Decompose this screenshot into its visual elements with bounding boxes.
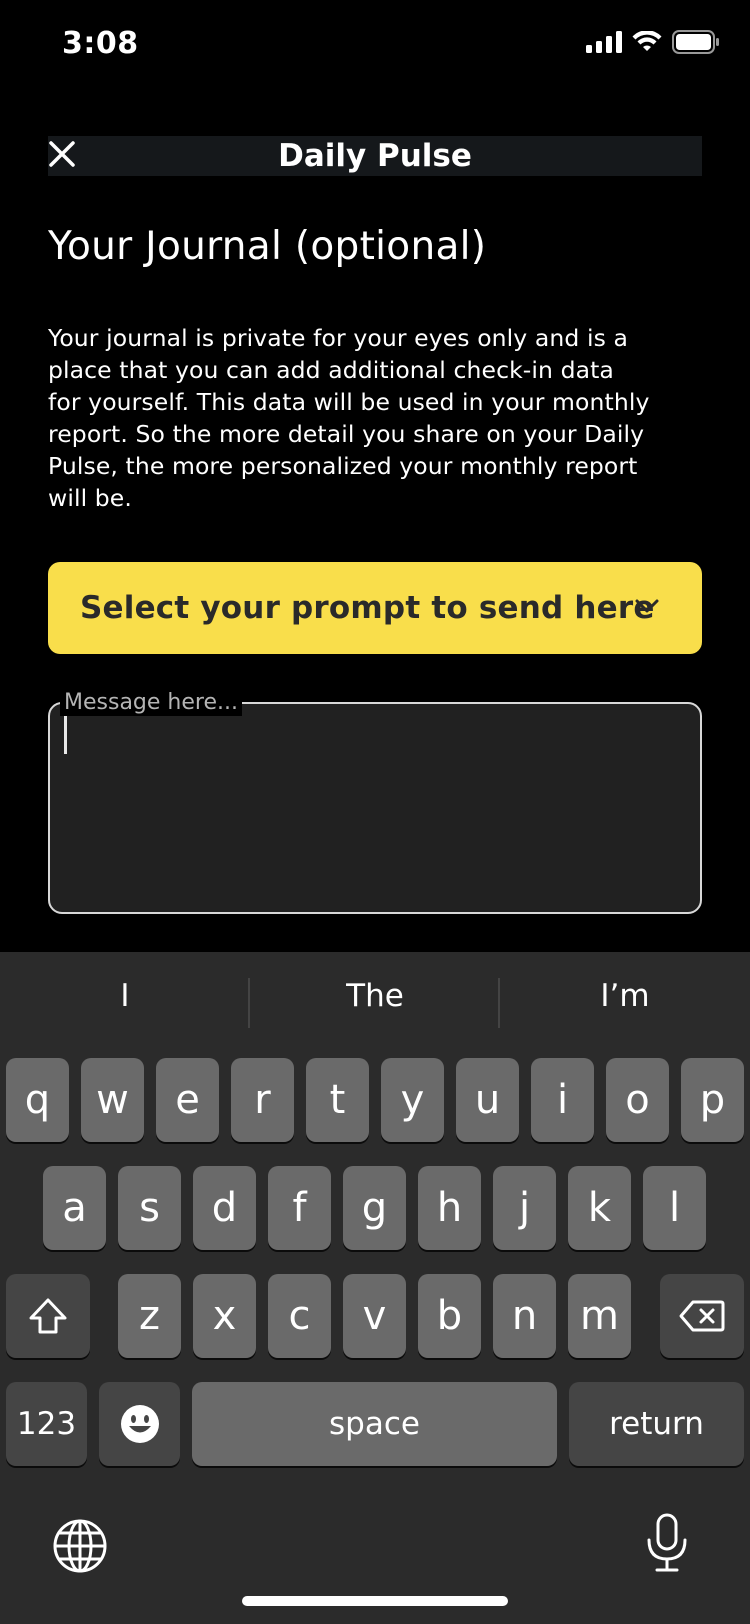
return-key[interactable]: return bbox=[569, 1382, 744, 1466]
description-line: will be. bbox=[48, 484, 132, 512]
suggestion-item[interactable]: I’m bbox=[500, 978, 750, 1014]
signal-icon bbox=[586, 31, 622, 53]
page-title: Your Journal (optional) bbox=[48, 224, 487, 269]
emoji-key[interactable] bbox=[99, 1382, 180, 1466]
key-d[interactable]: d bbox=[193, 1166, 256, 1250]
emoji-icon bbox=[120, 1405, 159, 1443]
backspace-icon bbox=[679, 1300, 725, 1332]
status-bar: 3:08 bbox=[0, 0, 750, 94]
globe-button[interactable] bbox=[52, 1518, 110, 1576]
key-v[interactable]: v bbox=[343, 1274, 406, 1358]
message-field-label: Message here... bbox=[60, 690, 242, 716]
suggestion-item[interactable]: The bbox=[250, 978, 500, 1014]
globe-icon bbox=[53, 1519, 107, 1573]
description-line: place that you can add additional check-… bbox=[48, 356, 614, 384]
key-j[interactable]: j bbox=[493, 1166, 556, 1250]
message-input[interactable] bbox=[58, 716, 688, 902]
suggestion-item[interactable]: I bbox=[0, 978, 250, 1014]
microphone-icon bbox=[647, 1513, 687, 1572]
backspace-key[interactable] bbox=[660, 1274, 744, 1358]
key-z[interactable]: z bbox=[118, 1274, 181, 1358]
key-w[interactable]: w bbox=[81, 1058, 144, 1142]
key-c[interactable]: c bbox=[268, 1274, 331, 1358]
key-n[interactable]: n bbox=[493, 1274, 556, 1358]
key-i[interactable]: i bbox=[531, 1058, 594, 1142]
description-line: report. So the more detail you share on … bbox=[48, 420, 645, 448]
battery-icon bbox=[672, 30, 719, 54]
description-line: Pulse, the more personalized your monthl… bbox=[48, 452, 638, 480]
space-key[interactable]: space bbox=[192, 1382, 557, 1466]
key-t[interactable]: t bbox=[306, 1058, 369, 1142]
chevron-down-icon bbox=[635, 599, 659, 613]
key-q[interactable]: q bbox=[6, 1058, 69, 1142]
description-line: for yourself. This data will be used in … bbox=[48, 388, 650, 416]
suggestion-bar: I The I’m bbox=[0, 952, 750, 1052]
key-g[interactable]: g bbox=[343, 1166, 406, 1250]
wifi-icon bbox=[632, 31, 662, 51]
prompt-select-label: Select your prompt to send here bbox=[80, 590, 655, 626]
description-line: Your journal is private for your eyes on… bbox=[48, 324, 629, 352]
key-p[interactable]: p bbox=[681, 1058, 744, 1142]
key-e[interactable]: e bbox=[156, 1058, 219, 1142]
home-indicator[interactable] bbox=[242, 1596, 508, 1606]
status-icons bbox=[586, 30, 720, 54]
header-bar: Daily Pulse bbox=[48, 136, 702, 176]
on-screen-keyboard: I The I’m q w e r t y u i o p a s d f g … bbox=[0, 952, 750, 1624]
key-f[interactable]: f bbox=[268, 1166, 331, 1250]
numbers-key[interactable]: 123 bbox=[6, 1382, 87, 1466]
key-a[interactable]: a bbox=[43, 1166, 106, 1250]
key-u[interactable]: u bbox=[456, 1058, 519, 1142]
key-l[interactable]: l bbox=[643, 1166, 706, 1250]
dictation-button[interactable] bbox=[644, 1512, 690, 1576]
key-r[interactable]: r bbox=[231, 1058, 294, 1142]
key-m[interactable]: m bbox=[568, 1274, 631, 1358]
prompt-select-dropdown[interactable]: Select your prompt to send here bbox=[48, 562, 702, 654]
header-title: Daily Pulse bbox=[278, 138, 472, 174]
key-y[interactable]: y bbox=[381, 1058, 444, 1142]
journal-description: Your journal is private for your eyes on… bbox=[48, 322, 708, 514]
text-cursor bbox=[64, 716, 67, 754]
shift-icon bbox=[29, 1298, 67, 1334]
key-x[interactable]: x bbox=[193, 1274, 256, 1358]
status-time: 3:08 bbox=[62, 26, 139, 61]
key-s[interactable]: s bbox=[118, 1166, 181, 1250]
key-b[interactable]: b bbox=[418, 1274, 481, 1358]
key-h[interactable]: h bbox=[418, 1166, 481, 1250]
shift-key[interactable] bbox=[6, 1274, 90, 1358]
key-k[interactable]: k bbox=[568, 1166, 631, 1250]
key-o[interactable]: o bbox=[606, 1058, 669, 1142]
